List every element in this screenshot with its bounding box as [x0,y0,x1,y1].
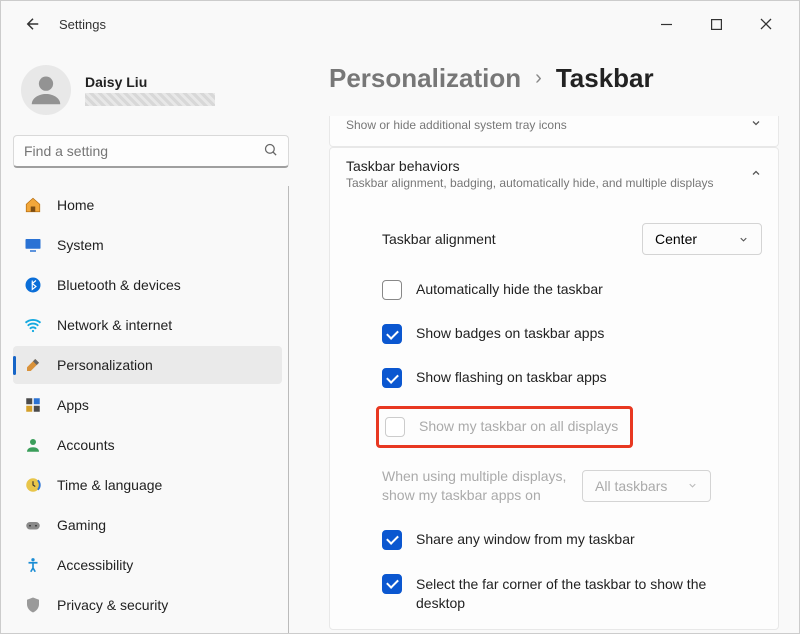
setting-label: Taskbar alignment [382,231,642,247]
flashing-row: Show flashing on taskbar apps [382,356,762,400]
main-content: Personalization › Taskbar Other system t… [301,47,799,633]
chevron-right-icon: › [535,67,542,90]
nav-label: Bluetooth & devices [57,277,181,293]
chevron-up-icon [750,167,762,182]
all-displays-checkbox [385,417,405,437]
chevron-down-icon [738,234,749,245]
window-title: Settings [59,17,106,32]
card-header[interactable]: Taskbar behaviors Taskbar alignment, bad… [330,148,778,202]
close-button[interactable] [751,9,781,39]
nav-label: Apps [57,397,89,413]
autohide-checkbox[interactable] [382,280,402,300]
back-button[interactable] [17,8,49,40]
user-email-redacted [85,93,215,106]
account-icon [23,435,43,455]
nav-privacy[interactable]: Privacy & security [13,586,282,624]
nav-accessibility[interactable]: Accessibility [13,546,282,584]
nav-apps[interactable]: Apps [13,386,282,424]
privacy-icon [23,595,43,615]
gaming-icon [23,515,43,535]
checkbox-label: Automatically hide the taskbar [416,280,603,297]
system-icon [23,235,43,255]
search-icon [263,142,278,160]
autohide-row: Automatically hide the taskbar [382,268,762,312]
titlebar: Settings [1,1,799,47]
share-window-checkbox[interactable] [382,530,402,550]
badges-row: Show badges on taskbar apps [382,312,762,356]
multiple-displays-dropdown: All taskbars [582,470,711,502]
multiple-displays-row: When using multiple displays, show my ta… [382,454,762,518]
breadcrumb: Personalization › Taskbar [329,47,779,116]
nav-accounts[interactable]: Accounts [13,426,282,464]
alignment-dropdown[interactable]: Center [642,223,762,255]
highlight-annotation: Show my taskbar on all displays [376,406,633,448]
card-subtitle: Show or hide additional system tray icon… [346,118,750,132]
taskbar-behaviors-card: Taskbar behaviors Taskbar alignment, bad… [329,147,779,630]
nav-label: Time & language [57,477,162,493]
maximize-button[interactable] [701,9,731,39]
home-icon [23,195,43,215]
bluetooth-icon [23,275,43,295]
tray-icons-card[interactable]: Other system tray icons Show or hide add… [329,116,779,147]
nav-network[interactable]: Network & internet [13,306,282,344]
nav-system[interactable]: System [13,226,282,264]
nav-label: Home [57,197,94,213]
far-corner-row: Select the far corner of the taskbar to … [382,562,762,625]
checkbox-label: Show my taskbar on all displays [419,417,618,434]
flashing-checkbox[interactable] [382,368,402,388]
badges-checkbox[interactable] [382,324,402,344]
far-corner-checkbox[interactable] [382,574,402,594]
nav-label: Privacy & security [57,597,168,613]
checkbox-label: Share any window from my taskbar [416,530,635,547]
nav-label: Accessibility [57,557,133,573]
alignment-row: Taskbar alignment Center [382,210,762,268]
breadcrumb-current: Taskbar [556,63,654,94]
apps-icon [23,395,43,415]
chevron-down-icon [750,117,762,132]
nav-gaming[interactable]: Gaming [13,506,282,544]
card-subtitle: Taskbar alignment, badging, automaticall… [346,176,750,190]
card-title: Taskbar behaviors [346,158,750,174]
nav-label: Gaming [57,517,106,533]
wifi-icon [23,315,43,335]
time-icon [23,475,43,495]
nav-label: Network & internet [57,317,172,333]
checkbox-label: Show flashing on taskbar apps [416,368,607,385]
checkbox-label: Select the far corner of the taskbar to … [416,574,746,613]
sidebar: Daisy Liu Home System Bluetooth & device… [1,47,301,633]
nav-time[interactable]: Time & language [13,466,282,504]
nav-label: Personalization [57,357,153,373]
accessibility-icon [23,555,43,575]
nav-list: Home System Bluetooth & devices Network … [13,186,289,633]
search-box[interactable] [13,135,289,168]
minimize-button[interactable] [651,9,681,39]
checkbox-label: Show badges on taskbar apps [416,324,604,341]
nav-label: System [57,237,104,253]
nav-home[interactable]: Home [13,186,282,224]
chevron-down-icon [687,480,698,491]
setting-label: When using multiple displays, show my ta… [382,467,582,505]
share-window-row: Share any window from my taskbar [382,518,762,562]
brush-icon [23,355,43,375]
search-input[interactable] [24,143,263,159]
avatar [21,65,71,115]
nav-personalization[interactable]: Personalization [13,346,282,384]
window-controls [651,9,791,39]
nav-label: Accounts [57,437,115,453]
user-profile[interactable]: Daisy Liu [13,55,289,135]
nav-bluetooth[interactable]: Bluetooth & devices [13,266,282,304]
user-name: Daisy Liu [85,74,215,90]
breadcrumb-parent[interactable]: Personalization [329,63,521,94]
